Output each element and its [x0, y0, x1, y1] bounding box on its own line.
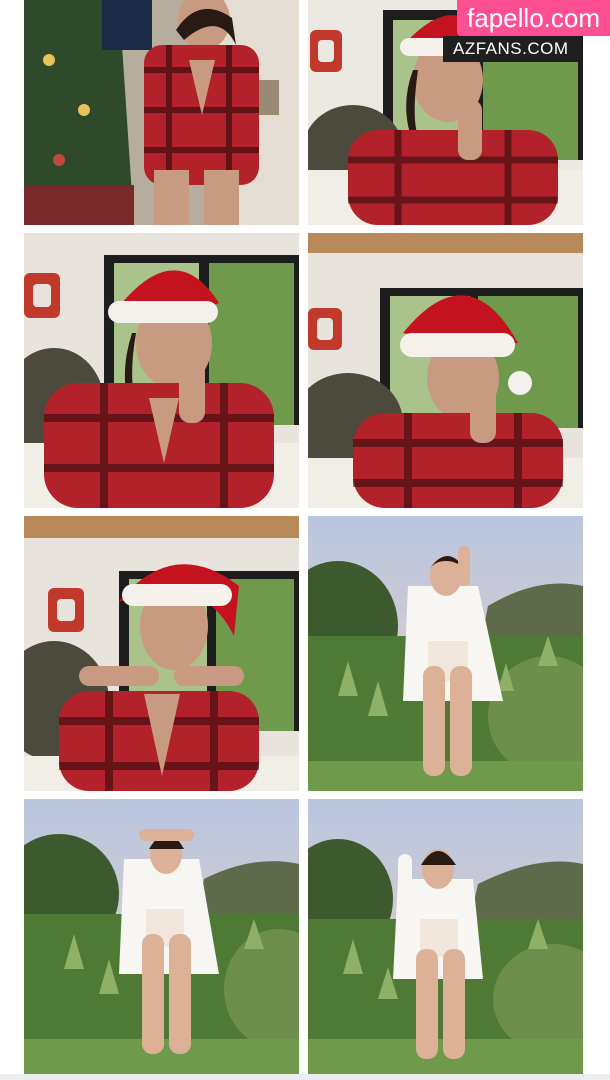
watermark-brand: fapello.com: [457, 0, 610, 36]
gallery-photo-6[interactable]: [308, 516, 583, 791]
gallery-photo-1[interactable]: [24, 0, 299, 225]
gallery-photo-4[interactable]: [308, 233, 583, 508]
watermark-site: AZFANS.COM: [443, 36, 579, 62]
gallery-photo-7[interactable]: [24, 799, 299, 1074]
photo-grid: [24, 0, 583, 1074]
gallery-photo-3[interactable]: [24, 233, 299, 508]
page-bottom-strip: [0, 1074, 610, 1080]
gallery-photo-5[interactable]: [24, 516, 299, 791]
gallery-photo-8[interactable]: [308, 799, 583, 1074]
